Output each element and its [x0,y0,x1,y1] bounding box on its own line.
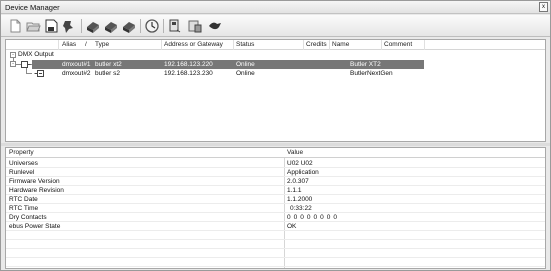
property-value: Application [287,169,319,176]
open-folder-icon[interactable] [25,18,41,34]
sort-indicator[interactable]: / [85,41,87,48]
column-divider[interactable] [233,40,234,50]
device-tool-icon[interactable] [121,18,137,34]
property-row[interactable]: Dry Contacts 0 0 0 0 0 0 0 0 [6,214,545,222]
property-grid-header: Property Value [6,148,545,158]
property-row[interactable]: ebus Power State OK [6,223,545,231]
property-name: Firmware Version [9,178,60,185]
empty-property-row [6,232,545,240]
property-value: 2.0.307 [287,178,309,185]
column-header-name[interactable]: Name [332,41,349,48]
close-button[interactable]: x [539,2,548,12]
cell-address: 192.168.123.230 [164,70,213,77]
column-divider[interactable] [329,40,330,50]
toolbar [1,15,550,37]
toolbar-separator [140,19,141,33]
column-header-type[interactable]: Type [95,41,109,48]
property-name: ebus Power State [9,223,61,230]
device-port-icon [34,70,44,77]
property-row[interactable]: RTC Date 1.1.2000 [6,196,545,204]
dmx-connector-icon[interactable] [207,18,223,34]
property-name: RTC Time [9,205,39,212]
property-row[interactable]: Universes U02 U02 [6,160,545,168]
column-divider[interactable] [424,40,425,50]
cell-status: Online [236,61,255,68]
device-tree[interactable]: Alias / Type Address or Gateway Status C… [5,39,546,142]
cell-alias: dmxout#2 [62,70,91,77]
toolbar-separator [163,19,164,33]
column-header-value[interactable]: Value [287,149,303,156]
cell-status: Online [236,70,255,77]
empty-property-row [6,241,545,249]
column-header-property[interactable]: Property [9,149,34,156]
device-settings-icon[interactable] [187,18,203,34]
property-name: Hardware Revision [9,187,64,194]
property-row[interactable]: Firmware Version 2.0.307 [6,178,545,186]
column-header-status[interactable]: Status [236,41,254,48]
device-manager-window: Device Manager x Alias / Type Address or… [0,0,551,271]
device-tool-icon[interactable] [85,18,101,34]
property-name: RTC Date [9,196,38,203]
toolbar-separator [81,19,82,33]
column-header-comment[interactable]: Comment [384,41,412,48]
device-row-dmxout-2[interactable]: dmxout#2 butler s2 192.168.123.230 Onlin… [32,69,424,78]
cell-type: butler s2 [95,70,120,77]
property-value: OK [287,223,297,230]
new-page-icon[interactable] [7,18,23,34]
property-row[interactable]: Hardware Revision 1.1.1 [6,187,545,195]
column-divider[interactable] [161,40,162,50]
column-header-credits[interactable]: Credits [306,41,327,48]
property-name: Universes [9,160,38,167]
pane-splitter[interactable] [1,143,550,146]
pin-icon[interactable] [61,18,77,34]
column-divider[interactable] [381,40,382,50]
column-header-alias[interactable]: Alias [62,41,76,48]
clock-icon[interactable] [144,18,160,34]
cell-type: butler xt2 [95,61,122,68]
property-grid[interactable]: Property Value Universes U02 U02 Runleve… [5,147,546,269]
device-tool-icon[interactable] [103,18,119,34]
tree-root-dmx-output[interactable]: DMX Output [18,51,54,58]
property-value: 1.1.1 [287,187,302,194]
property-name: Runlevel [9,169,35,176]
window-title: Device Manager [5,3,60,12]
column-divider[interactable] [58,40,59,50]
device-tree-header: Alias / Type Address or Gateway Status C… [6,40,545,50]
property-row[interactable]: Runlevel Application [6,169,545,177]
cell-name: ButlerNextGen [350,70,393,77]
property-value: 0:33:22 [290,205,312,212]
empty-property-row [6,259,545,267]
column-divider[interactable] [303,40,304,50]
title-bar: Device Manager x [1,1,550,14]
empty-property-row [6,250,545,258]
cell-name: Butler XT2 [350,61,381,68]
cell-alias: dmxout#1 [62,61,91,68]
property-value: U02 U02 [287,160,313,167]
device-port-icon [21,61,31,68]
property-value: 1.1.2000 [287,196,313,203]
device-config-icon[interactable] [167,18,183,34]
property-row[interactable]: RTC Time 0:33:22 [6,205,545,213]
cell-address: 192.168.123.220 [164,61,213,68]
property-name: Dry Contacts [9,214,47,221]
save-document-icon[interactable] [43,18,59,34]
column-header-address[interactable]: Address or Gateway [164,41,223,48]
property-value: 0 0 0 0 0 0 0 0 [287,214,338,221]
device-row-dmxout-1[interactable]: dmxout#1 butler xt2 192.168.123.220 Onli… [32,60,424,69]
